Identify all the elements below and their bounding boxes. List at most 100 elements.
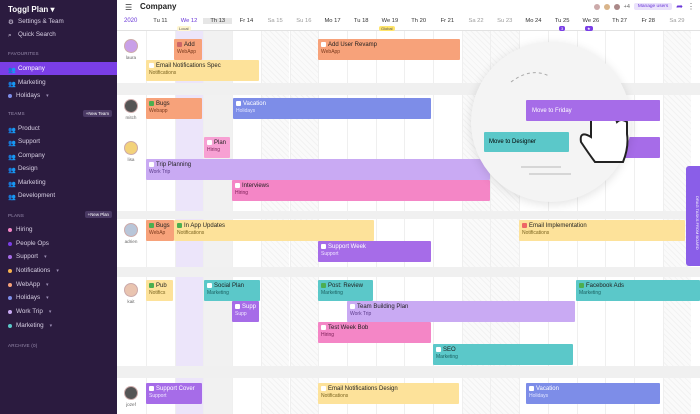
day-header[interactable]: Tu 25 bbox=[548, 18, 577, 24]
new-plan-button[interactable]: +New Plan bbox=[84, 211, 112, 218]
task-bar[interactable]: Support Week Support bbox=[318, 241, 431, 262]
task-bar[interactable]: Bugs WebAp bbox=[146, 220, 174, 241]
sidebar-item-plan[interactable]: People Ops bbox=[0, 237, 117, 250]
day-header[interactable]: Fr 28 bbox=[634, 18, 663, 24]
task-bar[interactable]: Trip Planning Work Trip bbox=[146, 159, 490, 180]
sidebar-item-plan[interactable]: WebApp ▾ bbox=[0, 278, 117, 291]
dragged-task[interactable]: Move to Designer bbox=[484, 132, 569, 152]
task-bar[interactable]: Team Building Plan Work Trip bbox=[347, 301, 575, 322]
day-header[interactable]: Sa 29 bbox=[663, 18, 692, 24]
task-bar[interactable]: Vacation Holidays bbox=[233, 98, 431, 119]
person-kait[interactable]: kait bbox=[117, 283, 145, 304]
sidebar-item-settings[interactable]: ⚙ Settings & Team bbox=[0, 15, 117, 28]
task-plan: Marketing bbox=[207, 290, 229, 296]
person-adrien[interactable]: adrien bbox=[117, 223, 145, 244]
day-header[interactable]: Tu 11 bbox=[146, 18, 175, 24]
new-team-button[interactable]: +New Team bbox=[82, 110, 112, 117]
task-bar[interactable]: Supp Supp bbox=[232, 301, 259, 322]
people-icon: 👥 bbox=[8, 153, 16, 161]
sidebar-item-holidays[interactable]: Holidays ▾ bbox=[0, 89, 117, 102]
avatar[interactable] bbox=[593, 3, 600, 10]
task-bar[interactable]: Support Cover Support bbox=[146, 383, 202, 404]
day-header[interactable]: Su 23 bbox=[490, 18, 519, 24]
task-status-icon bbox=[522, 222, 527, 228]
sidebar-item-quick-search[interactable]: ⌕ Quick Search bbox=[0, 28, 117, 41]
task-bar[interactable]: Bugs Webapp bbox=[146, 98, 202, 119]
sidebar: Toggl Plan ▾ ⚙ Settings & Team ⌕ Quick Sea… bbox=[0, 0, 117, 414]
day-header[interactable]: Mo 24 bbox=[519, 18, 548, 24]
task-bar[interactable]: Plan Hiring bbox=[204, 137, 230, 158]
task-bar[interactable]: Test Week Bob Hiring bbox=[318, 322, 431, 343]
task-bar[interactable]: Vacation Holidays bbox=[526, 383, 660, 404]
task-plan: Holidays bbox=[529, 393, 549, 399]
teams-heading: TEAMS bbox=[8, 111, 25, 116]
person-mitch[interactable]: mitch bbox=[117, 99, 145, 120]
task-bar[interactable]: Facebook Ads Marketing bbox=[576, 280, 700, 301]
day-header[interactable]: Fr 21 bbox=[433, 18, 462, 24]
day-header[interactable]: We 19 bbox=[376, 18, 405, 24]
sidebar-item-plan[interactable]: Notifications ▾ bbox=[0, 264, 117, 277]
task-plan: Notifications bbox=[177, 230, 205, 236]
task-title: Bugs bbox=[156, 223, 170, 229]
topbar: ☰ Company +4 Manage users ➦ ⋮ bbox=[117, 0, 700, 13]
task-bar[interactable]: Email Implementation Notifications bbox=[519, 220, 685, 241]
day-header[interactable]: Sa 15 bbox=[261, 18, 290, 24]
person-jozef[interactable]: jozef bbox=[117, 386, 145, 407]
day-header[interactable]: Th 13 bbox=[203, 18, 233, 24]
extra-users-count: +4 bbox=[623, 3, 630, 10]
archive-heading[interactable]: ARCHIVE (0) bbox=[8, 343, 38, 348]
sidebar-item-plan[interactable]: Hiring bbox=[0, 223, 117, 236]
sidebar-item-team[interactable]: 👥 Support bbox=[0, 135, 117, 148]
task-status-icon bbox=[149, 62, 154, 68]
day-header[interactable]: We 26 bbox=[577, 18, 606, 24]
sidebar-item-team[interactable]: 👥 Company bbox=[0, 149, 117, 162]
day-header[interactable]: Fr 14 bbox=[232, 18, 261, 24]
day-header[interactable]: Tu 18 bbox=[347, 18, 376, 24]
task-plan: WebAp bbox=[149, 230, 166, 236]
task-bar[interactable]: Add User Revamp WebApp bbox=[318, 39, 460, 60]
sidebar-item-plan[interactable]: Support ▾ bbox=[0, 250, 117, 263]
task-status-icon bbox=[235, 303, 240, 309]
drag-tasks-from-board-tab[interactable]: DRAG TASKS FROM BOARD bbox=[686, 166, 700, 266]
more-icon[interactable]: ⋮ bbox=[687, 2, 695, 11]
task-bar[interactable]: Email Notifications Design Notifications bbox=[318, 383, 459, 404]
day-header[interactable]: Th 27 bbox=[605, 18, 634, 24]
plan-color-icon bbox=[8, 323, 12, 328]
sidebar-item-company[interactable]: 👥 Company bbox=[0, 62, 117, 75]
task-plan: Support bbox=[149, 393, 167, 399]
day-header[interactable]: Sa 22 bbox=[462, 18, 491, 24]
sidebar-item-plan[interactable]: Work Trip ▾ bbox=[0, 305, 117, 318]
task-title: Facebook Ads bbox=[586, 283, 625, 289]
sidebar-item-plan[interactable]: Marketing ▾ bbox=[0, 319, 117, 332]
task-bar[interactable]: Post: Review Marketing bbox=[318, 280, 373, 301]
task-bar[interactable]: Social Plan Marketing bbox=[204, 280, 260, 301]
task-status-icon bbox=[350, 303, 355, 309]
dragged-task[interactable]: Move to Friday bbox=[526, 100, 660, 121]
avatar[interactable] bbox=[613, 3, 620, 10]
day-header[interactable]: Th 20 bbox=[404, 18, 433, 24]
sidebar-item-label: Holidays bbox=[16, 294, 41, 301]
sidebar-item-team[interactable]: 👥 Development bbox=[0, 189, 117, 202]
person-lisa[interactable]: lisa bbox=[117, 141, 145, 162]
sidebar-item-team[interactable]: 👥 Product bbox=[0, 122, 117, 135]
day-header[interactable]: Mo 17 bbox=[318, 18, 347, 24]
task-bar[interactable]: In App Updates Notifications bbox=[174, 220, 374, 241]
sidebar-item-plan[interactable]: Holidays ▾ bbox=[0, 291, 117, 304]
sidebar-item-team[interactable]: 👥 Marketing bbox=[0, 176, 117, 189]
task-bar[interactable]: SEO Marketing bbox=[433, 344, 573, 365]
day-header[interactable]: Su 16 bbox=[290, 18, 319, 24]
task-bar[interactable]: Email Notifications Spec Notifications bbox=[146, 60, 259, 81]
sidebar-item-marketing[interactable]: 👥 Marketing bbox=[0, 76, 117, 89]
manage-users-button[interactable]: Manage users bbox=[633, 3, 673, 10]
share-icon[interactable]: ➦ bbox=[676, 2, 683, 11]
sidebar-item-team[interactable]: 👥 Design bbox=[0, 162, 117, 175]
avatar[interactable] bbox=[603, 3, 610, 10]
task-bar[interactable]: Pub Notifics bbox=[146, 280, 173, 301]
person-laura[interactable]: laura bbox=[117, 39, 145, 60]
day-header-today[interactable]: We 12 bbox=[175, 18, 204, 24]
menu-icon[interactable]: ☰ bbox=[125, 3, 132, 12]
task-bar[interactable]: Add WebApp bbox=[174, 39, 202, 60]
task-bar[interactable]: Interviews Hiring bbox=[232, 180, 490, 201]
workspace-switcher[interactable]: Toggl Plan ▾ bbox=[8, 5, 55, 14]
task-title: Vacation bbox=[243, 101, 266, 107]
